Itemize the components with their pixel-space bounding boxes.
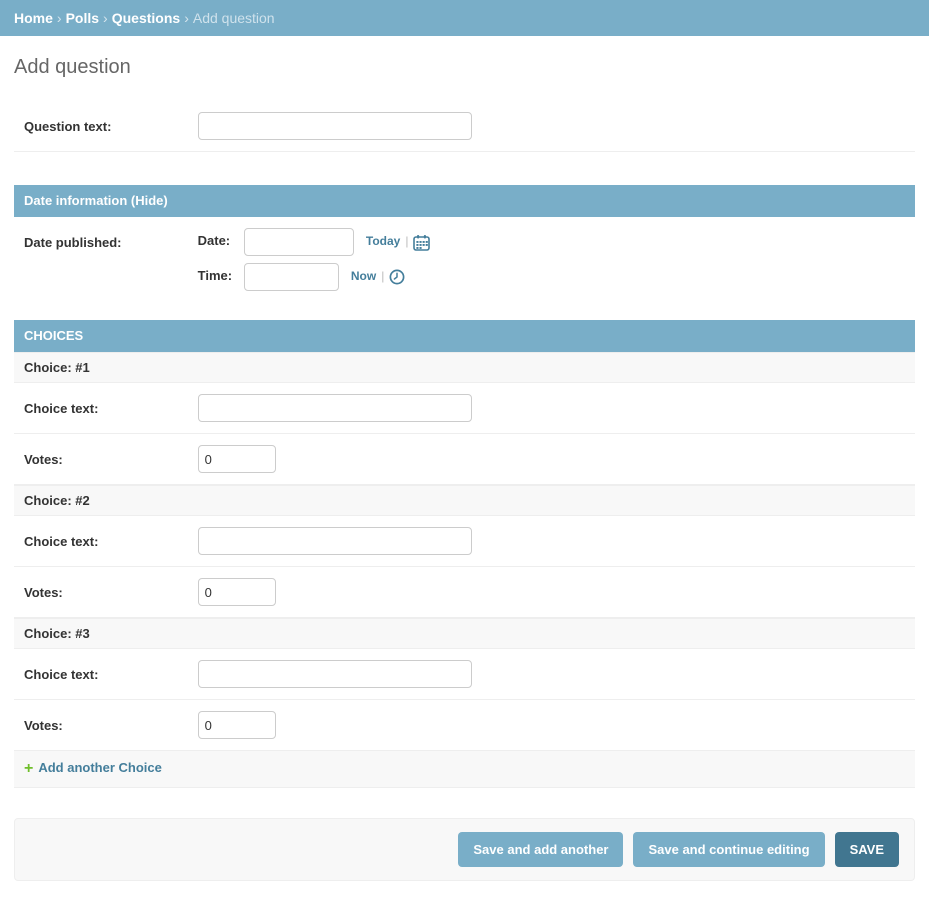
date-published-label: Date published: (24, 228, 194, 250)
time-shortcuts: Now | (351, 269, 405, 283)
votes-input[interactable] (198, 578, 276, 606)
choice-block-header: Choice: #1 (14, 352, 915, 383)
save-and-continue-editing-button[interactable]: Save and continue editing (633, 832, 824, 867)
date-sub-label: Date: (198, 233, 235, 248)
question-text-label: Question text: (24, 112, 194, 134)
save-and-add-another-button[interactable]: Save and add another (458, 832, 623, 867)
choice-text-input[interactable] (198, 527, 472, 555)
page-title: Add question (14, 56, 915, 79)
choice-block-header: Choice: #2 (14, 485, 915, 516)
add-question-form: Question text: Date information (Hide) D… (14, 101, 915, 881)
votes-label: Votes: (24, 578, 194, 600)
time-input[interactable] (244, 263, 339, 291)
breadcrumb-separator: › (57, 10, 62, 26)
date-input[interactable] (244, 228, 354, 256)
add-another-choice-link[interactable]: + Add another Choice (24, 760, 162, 775)
time-line: Time: Now | (198, 263, 431, 291)
votes-input[interactable] (198, 711, 276, 739)
choice-text-row: Choice text: (14, 649, 915, 700)
plus-icon: + (24, 760, 33, 778)
choice-text-input[interactable] (198, 394, 472, 422)
time-sub-label: Time: (198, 268, 235, 283)
save-button[interactable]: SAVE (835, 832, 899, 867)
now-link[interactable]: Now (351, 269, 376, 283)
clock-icon[interactable] (389, 269, 405, 285)
choice-block: Choice: #3 Choice text: Votes: (14, 618, 915, 751)
question-text-row: Question text: (14, 101, 915, 152)
shortcut-separator: | (405, 234, 408, 248)
choice-text-label: Choice text: (24, 394, 194, 416)
choice-text-row: Choice text: (14, 383, 915, 434)
choice-block: Choice: #2 Choice text: Votes: (14, 485, 915, 618)
choices-list: Choice: #1 Choice text: Votes: Choice: #… (14, 352, 915, 751)
choice-text-label: Choice text: (24, 660, 194, 682)
choice-text-input[interactable] (198, 660, 472, 688)
date-information-module: Date information (Hide) Date published: … (14, 185, 915, 308)
votes-row: Votes: (14, 434, 915, 485)
votes-label: Votes: (24, 711, 194, 733)
choice-text-row: Choice text: (14, 516, 915, 567)
date-published-row: Date published: Date: Today | Time: Now | (14, 217, 915, 308)
today-link[interactable]: Today (366, 234, 400, 248)
choices-inline-group: CHOICES Choice: #1 Choice text: Votes: C… (14, 320, 915, 788)
content-area: Add question Question text: Date informa… (0, 56, 929, 897)
breadcrumb-separator: › (103, 10, 108, 26)
votes-label: Votes: (24, 445, 194, 467)
votes-row: Votes: (14, 567, 915, 618)
datetime-widget: Date: Today | Time: Now | (198, 228, 431, 291)
choice-text-label: Choice text: (24, 527, 194, 549)
choices-header: CHOICES (14, 320, 915, 352)
votes-input[interactable] (198, 445, 276, 473)
date-information-header[interactable]: Date information (Hide) (14, 185, 915, 217)
choice-block: Choice: #1 Choice text: Votes: (14, 352, 915, 485)
submit-row: Save and add another Save and continue e… (14, 818, 915, 881)
breadcrumb-polls-link[interactable]: Polls (66, 10, 99, 26)
breadcrumb-current: Add question (193, 10, 275, 26)
breadcrumb-questions-link[interactable]: Questions (112, 10, 180, 26)
breadcrumb-home-link[interactable]: Home (14, 10, 53, 26)
votes-row: Votes: (14, 700, 915, 751)
add-another-choice-label: Add another Choice (38, 760, 162, 775)
breadcrumb: Home›Polls›Questions›Add question (0, 0, 929, 36)
choice-block-header: Choice: #3 (14, 618, 915, 649)
calendar-icon[interactable] (413, 234, 430, 251)
date-shortcuts: Today | (366, 234, 431, 248)
breadcrumb-separator: › (184, 10, 189, 26)
add-another-choice-row: + Add another Choice (14, 751, 915, 788)
shortcut-separator: | (381, 269, 384, 283)
question-module: Question text: (14, 101, 915, 152)
date-line: Date: Today | (198, 228, 431, 256)
question-text-input[interactable] (198, 112, 472, 140)
